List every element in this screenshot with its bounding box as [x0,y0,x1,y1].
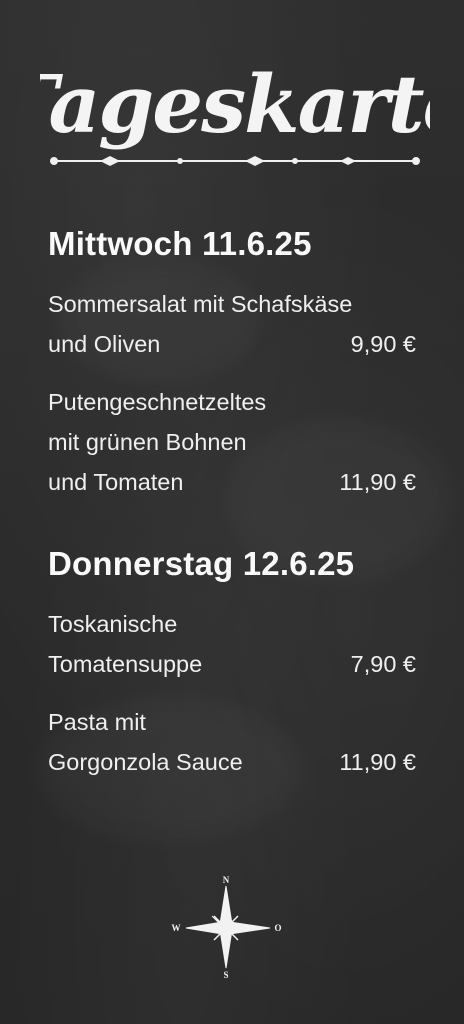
day-heading: Mittwoch 11.6.25 [48,225,312,262]
item-line: Pasta mit [48,709,146,735]
item-line: Putengeschnetzeltes [48,389,267,415]
menu-item: Putengeschnetzeltes mit grünen Bohnen un… [48,382,416,502]
menu-item: Toskanische Tomatensuppe 7,90 € [48,604,416,684]
compass-north-label: N [223,875,230,885]
compass-west-label: W [172,923,181,933]
day-heading: Donnerstag 12.6.25 [48,545,355,582]
item-price: 9,90 € [350,331,416,357]
item-line: mit grünen Bohnen [48,429,247,455]
compass-rose-icon: N W O S [166,872,286,982]
title-banner: Tageskarte [40,40,430,180]
compass-star [185,885,271,969]
menu-item: Sommersalat mit Schafskäse und Oliven 9,… [48,284,416,364]
item-price: 11,90 € [339,749,416,775]
compass-east-label: O [274,923,281,933]
title-ornament-divider [50,156,420,166]
item-price: 7,90 € [350,651,416,677]
board-title: Tageskarte [40,57,430,151]
item-line: Sommersalat mit Schafskäse [48,291,353,317]
item-line: Toskanische [48,611,178,637]
chalkboard: Tageskarte Mittwoch 11.6.25 Sommersalat … [0,0,464,1024]
daily-menu: Mittwoch 11.6.25 Sommersalat mit Schafsk… [48,222,416,800]
title-lettering: Tageskarte [40,57,430,166]
menu-item: Pasta mit Gorgonzola Sauce 11,90 € [48,702,416,782]
compass-south-label: S [223,970,228,980]
item-price: 11,90 € [339,469,416,495]
